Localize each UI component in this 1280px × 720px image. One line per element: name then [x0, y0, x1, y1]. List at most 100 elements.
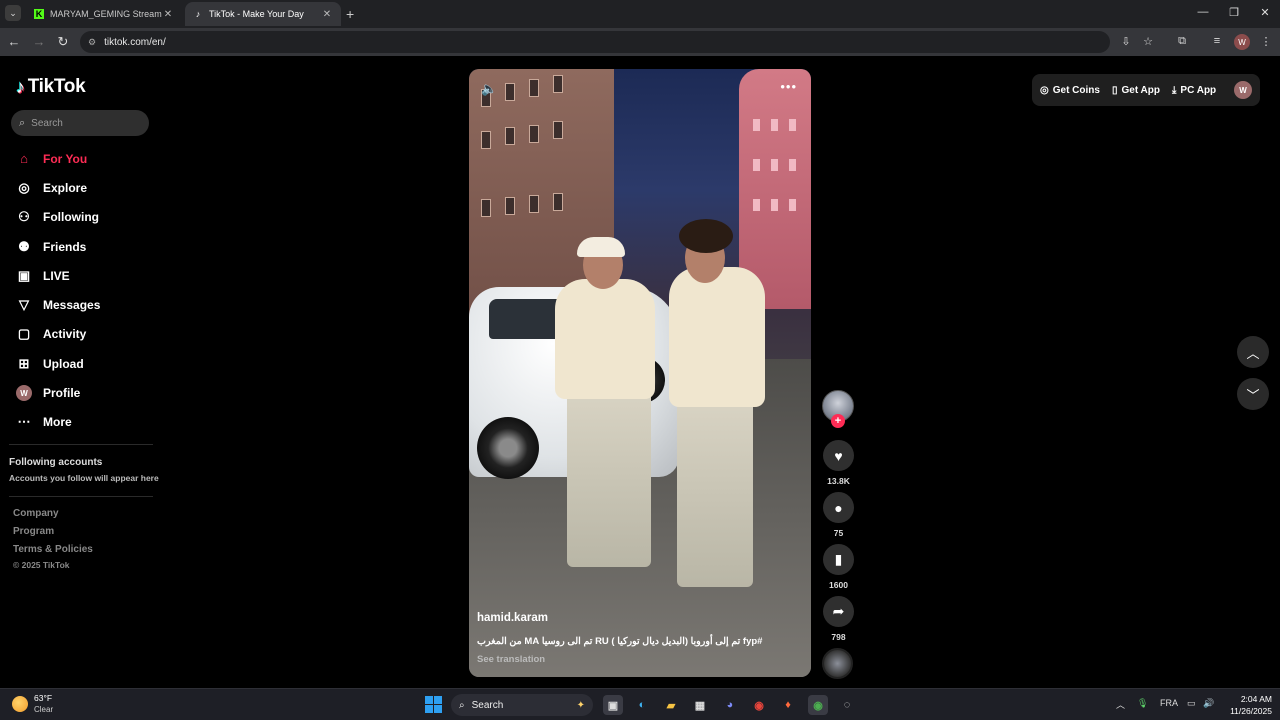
task-view-icon[interactable]: ▣ [603, 695, 623, 715]
sidebar-item-profile[interactable]: W Profile [16, 378, 156, 407]
sidebar-item-following[interactable]: ⚇ Following [16, 203, 156, 232]
sidebar-item-more[interactable]: ⋯ More [16, 408, 156, 437]
share-count: 798 [831, 632, 846, 642]
microphone-app-icon[interactable]: ♦ [778, 695, 798, 715]
search-input[interactable] [31, 117, 132, 129]
back-icon[interactable]: ← [6, 34, 22, 49]
sidebar-item-for-you[interactable]: ⌂ For You [16, 144, 156, 173]
taskbar-search[interactable]: ⌕ Search ✦ [451, 694, 593, 716]
chevron-up-icon: ︿ [1246, 345, 1260, 361]
pc-app-button[interactable]: ⤓ PC App [1172, 85, 1216, 96]
site-info-icon[interactable]: ⚙ [88, 37, 96, 48]
window [753, 119, 760, 131]
previous-video-button[interactable]: ︿ [1237, 336, 1269, 368]
sidebar-item-explore[interactable]: ◎ Explore [16, 173, 156, 202]
sidebar-item-label: Upload [43, 356, 84, 371]
save-count: 1600 [829, 580, 848, 590]
tray-expand-icon[interactable]: ︿ [1116, 698, 1125, 711]
reload-icon[interactable]: ↻ [55, 34, 71, 50]
close-tab-icon[interactable]: ✕ [162, 9, 174, 20]
top-actions-bar: ◎ Get Coins ▯ Get App ⤓ PC App W [1032, 74, 1260, 106]
save-button[interactable]: ▮ [823, 544, 854, 575]
taskbar-clock[interactable]: 2:04 AM 11/26/2025 [1220, 693, 1272, 717]
sidebar-item-label: LIVE [43, 268, 70, 283]
store-icon[interactable]: ▦ [690, 695, 710, 715]
phone-icon: ▯ [1111, 84, 1118, 96]
window [771, 199, 778, 211]
footer-link-program[interactable]: Program [13, 526, 54, 537]
pants [677, 397, 753, 587]
close-window-icon[interactable]: ✕ [1258, 6, 1272, 19]
minimize-icon[interactable]: — [1196, 6, 1210, 18]
edge-icon[interactable]: ◐ [632, 695, 652, 715]
new-tab-button[interactable]: + [346, 6, 354, 22]
more-options-icon[interactable]: ••• [780, 79, 797, 94]
file-explorer-icon[interactable]: ▰ [661, 695, 681, 715]
window [505, 127, 515, 145]
weather-widget[interactable]: 63°F Clear [12, 693, 53, 715]
browser-menu-icon[interactable]: ⋮ [1259, 35, 1273, 48]
following-accounts-subtitle: Accounts you follow will appear here [9, 473, 159, 483]
discord-icon[interactable]: ◕ [720, 695, 740, 715]
tab-tiktok[interactable]: ♪ TikTok - Make Your Day ✕ [185, 2, 341, 26]
see-translation-link[interactable]: See translation [477, 654, 545, 665]
start-button[interactable] [425, 696, 442, 713]
tab-kick[interactable]: K MARYAM_GEMING Stream - Kic ✕ [26, 2, 182, 26]
tiktok-logo[interactable]: ♪ TikTok [16, 76, 86, 98]
sidebar-item-messages[interactable]: ▽ Messages [16, 290, 156, 319]
tab-title: MARYAM_GEMING Stream - Kic [50, 9, 162, 19]
window [481, 199, 491, 217]
video-author[interactable]: hamid.karam [477, 612, 548, 624]
sidebar-item-live[interactable]: ▣ LIVE [16, 261, 156, 290]
maximize-icon[interactable]: ❐ [1227, 6, 1241, 19]
volume-icon[interactable]: 🔊 [1203, 698, 1214, 709]
hair [679, 219, 733, 253]
network-icon[interactable]: ▭ [1187, 698, 1196, 709]
close-tab-icon[interactable]: ✕ [321, 9, 333, 20]
footer-link-terms[interactable]: Terms & Policies [13, 544, 93, 555]
sidebar-item-label: Activity [43, 327, 87, 342]
chevron-down-icon: ﹀ [1246, 387, 1260, 403]
extensions-icon[interactable]: ⧉ [1175, 35, 1189, 48]
window [771, 159, 778, 171]
window [505, 83, 515, 101]
sidebar-item-friends[interactable]: ⚉ Friends [16, 232, 156, 261]
get-app-button[interactable]: ▯ Get App [1112, 85, 1160, 96]
copilot-sparkle-icon: ✦ [576, 699, 585, 711]
footer-link-company[interactable]: Company [13, 508, 59, 519]
video-caption: #fyp تم إلى أوروبا (البديل ديال توركيا )… [477, 636, 763, 647]
upload-icon: ⊞ [18, 355, 30, 371]
chrome-active-icon[interactable]: ◉ [808, 695, 828, 715]
bookmark-star-icon[interactable]: ☆ [1141, 35, 1155, 48]
download-icon: ⤓ [1172, 84, 1177, 96]
live-icon: ▣ [17, 267, 31, 283]
avatar[interactable]: W [1234, 81, 1252, 99]
window [481, 131, 491, 149]
volume-icon[interactable]: 🔈 [481, 81, 497, 97]
tab-search-button[interactable]: ⌄ [5, 5, 21, 21]
search-box[interactable]: ⌕ [11, 110, 149, 136]
sidebar-item-activity[interactable]: ▢ Activity [16, 320, 156, 349]
profile-avatar-wrap: W [16, 385, 32, 402]
microphone-icon[interactable]: 🎙 [1137, 698, 1148, 709]
next-video-button[interactable]: ﹀ [1237, 378, 1269, 410]
taskbar-search-label: Search [471, 699, 504, 711]
language-indicator[interactable]: FRA [1160, 698, 1178, 708]
like-button[interactable]: ♥ [823, 440, 854, 471]
media-controls-icon[interactable]: ≡ [1210, 35, 1224, 47]
music-disc-icon[interactable] [822, 648, 853, 679]
get-app-label: Get App [1121, 84, 1160, 96]
forward-icon[interactable]: → [31, 34, 47, 49]
comment-button[interactable]: ● [823, 492, 854, 523]
sidebar-item-label: Profile [43, 386, 81, 401]
get-coins-button[interactable]: ◎ Get Coins [1040, 85, 1100, 96]
address-bar[interactable]: ⚙ tiktok.com/en/ [80, 31, 1110, 53]
video-player[interactable]: 🔈 ••• hamid.karam #fyp تم إلى أوروبا (ال… [469, 69, 811, 677]
chrome-icon[interactable]: ◉ [749, 695, 769, 715]
sidebar-item-upload[interactable]: ⊞ Upload [16, 349, 156, 378]
follow-plus-icon[interactable]: + [831, 414, 845, 428]
share-button[interactable]: ➦ [823, 596, 854, 627]
browser-profile-avatar[interactable]: W [1234, 34, 1250, 50]
app-icon[interactable]: ◌ [837, 695, 857, 715]
install-app-icon[interactable]: ⇩ [1119, 35, 1133, 48]
